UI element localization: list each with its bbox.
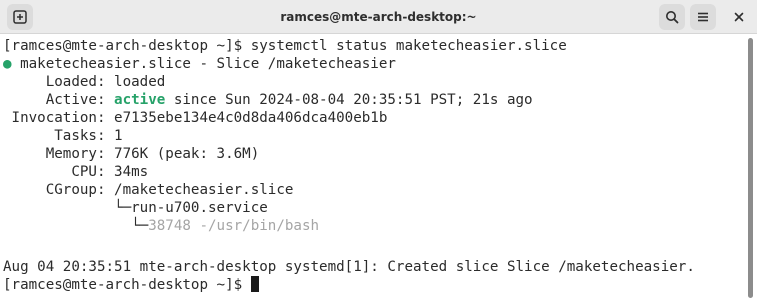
close-icon xyxy=(734,12,744,22)
unit-title: maketecheasier.slice - Slice /maketechea… xyxy=(11,56,396,72)
window-title: ramces@mte-arch-desktop:~ xyxy=(280,10,477,24)
header-bar: ramces@mte-arch-desktop:~ xyxy=(0,0,757,34)
terminal-line: └─run-u700.service xyxy=(3,199,268,217)
search-button[interactable] xyxy=(659,4,685,30)
terminal-line: [ramces@mte-arch-desktop ~]$ systemctl s… xyxy=(3,37,567,55)
new-tab-button[interactable] xyxy=(7,4,33,30)
cgroup-process: 38748 -/usr/bin/bash xyxy=(148,218,320,234)
terminal-line: Memory: 776K (peak: 3.6M) xyxy=(3,145,260,163)
active-label: Active: xyxy=(3,92,115,108)
terminal-line: Tasks: 1 xyxy=(3,127,123,145)
cgroup-service-line: └─run-u700.service xyxy=(3,200,268,216)
tasks-line: Tasks: 1 xyxy=(3,128,123,144)
invocation-line: Invocation: e7135ebe134e4c0d8da406dca400… xyxy=(3,110,388,126)
command-prompt: [ramces@mte-arch-desktop ~]$ systemctl s… xyxy=(3,38,567,54)
cpu-line: CPU: 34ms xyxy=(3,164,149,180)
cgroup-tree-branch: └─ xyxy=(3,218,149,234)
loaded-line: Loaded: loaded xyxy=(3,74,166,90)
memory-line: Memory: 776K (peak: 3.6M) xyxy=(3,146,260,162)
terminal-line: CPU: 34ms xyxy=(3,163,148,181)
terminal-line: ● maketecheasier.slice - Slice /maketech… xyxy=(3,55,396,73)
terminal-line: Loaded: loaded xyxy=(3,73,166,91)
text-cursor xyxy=(250,276,259,292)
hamburger-menu-icon xyxy=(698,12,708,22)
terminal-line: CGroup: /maketecheasier.slice xyxy=(3,181,294,199)
scrollbar-thumb[interactable] xyxy=(748,38,753,298)
new-tab-icon xyxy=(13,10,27,24)
menu-button[interactable] xyxy=(690,4,716,30)
terminal-window: ramces@mte-arch-desktop:~ [ramces@mte-ar… xyxy=(0,0,757,301)
cgroup-line: CGroup: /maketecheasier.slice xyxy=(3,182,294,198)
close-button[interactable] xyxy=(729,7,749,27)
scrollbar[interactable] xyxy=(745,35,757,301)
status-bullet: ● xyxy=(3,56,12,72)
command-prompt: [ramces@mte-arch-desktop ~]$ xyxy=(3,277,251,293)
terminal-line: [ramces@mte-arch-desktop ~]$ xyxy=(3,276,259,294)
terminal-output[interactable]: [ramces@mte-arch-desktop ~]$ systemctl s… xyxy=(0,35,745,301)
terminal-line: Active: active since Sun 2024-08-04 20:3… xyxy=(3,91,533,109)
terminal-line: Aug 04 20:35:51 mte-arch-desktop systemd… xyxy=(3,258,695,276)
active-since: since Sun 2024-08-04 20:35:51 PST; 21s a… xyxy=(165,92,533,108)
terminal-line: └─38748 -/usr/bin/bash xyxy=(3,217,319,235)
search-icon xyxy=(666,11,679,24)
journal-line: Aug 04 20:35:51 mte-arch-desktop systemd… xyxy=(3,259,695,275)
terminal-line: Invocation: e7135ebe134e4c0d8da406dca400… xyxy=(3,109,388,127)
active-state: active xyxy=(114,92,166,108)
